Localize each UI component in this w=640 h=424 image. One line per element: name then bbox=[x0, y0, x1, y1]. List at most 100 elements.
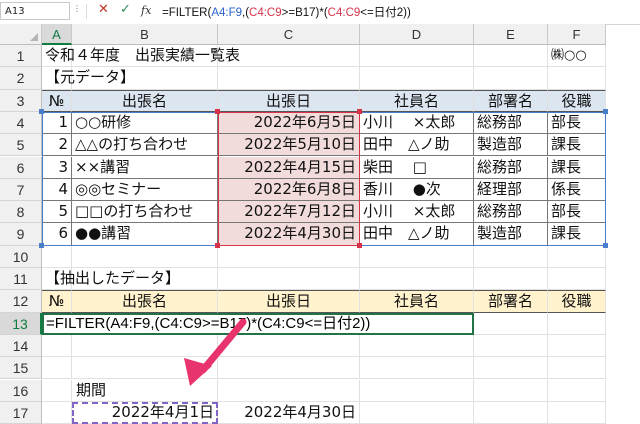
grid-cell[interactable] bbox=[218, 67, 360, 90]
column-header-e[interactable]: E bbox=[474, 24, 548, 45]
table-cell[interactable]: 香川 ●次 bbox=[360, 178, 474, 202]
grid-cell[interactable] bbox=[548, 334, 606, 358]
row-header-12[interactable]: 12 bbox=[0, 290, 42, 313]
row-header-1[interactable]: 1 bbox=[0, 45, 42, 68]
formula-edit-cell[interactable]: =FILTER(A4:F9,(C4:C9>=B17)*(C4:C9<=日付2)) bbox=[42, 312, 474, 335]
table-cell[interactable]: 課長 bbox=[548, 156, 606, 179]
grid-cell[interactable] bbox=[360, 401, 474, 424]
grid-cell[interactable] bbox=[548, 245, 606, 268]
table-header-2[interactable]: 出張日 bbox=[218, 89, 360, 112]
grid-cell[interactable] bbox=[474, 379, 548, 402]
row-header-11[interactable]: 11 bbox=[0, 268, 42, 291]
grid-cell[interactable] bbox=[474, 357, 548, 380]
grid-cell[interactable] bbox=[42, 401, 72, 424]
name-box[interactable]: A13 bbox=[0, 2, 70, 20]
table-cell[interactable]: 係長 bbox=[548, 178, 606, 202]
table-cell[interactable]: ◎◎セミナー bbox=[72, 178, 218, 202]
extract-header-1[interactable]: 出張名 bbox=[72, 290, 218, 313]
cancel-icon[interactable]: ✕ bbox=[98, 2, 109, 17]
grid-cell[interactable] bbox=[42, 334, 72, 358]
table-header-1[interactable]: 出張名 bbox=[72, 89, 218, 112]
table-cell[interactable]: 製造部 bbox=[474, 134, 548, 157]
table-cell[interactable]: 2022年4月15日 bbox=[218, 156, 360, 179]
column-header-c[interactable]: C bbox=[218, 24, 360, 45]
section-extract-label[interactable]: 【抽出したデータ】 bbox=[42, 268, 360, 291]
grid-cell[interactable] bbox=[218, 357, 360, 380]
enter-icon[interactable]: ✓ bbox=[120, 2, 131, 17]
range-handle[interactable] bbox=[39, 108, 44, 114]
date-to-cell[interactable]: 2022年4月30日 bbox=[218, 401, 360, 424]
table-cell[interactable]: 製造部 bbox=[474, 223, 548, 246]
grid-cell[interactable] bbox=[474, 334, 548, 358]
table-cell[interactable]: □□の打ち合わせ bbox=[72, 201, 218, 224]
grid-cell[interactable] bbox=[218, 245, 360, 268]
table-header-4[interactable]: 部署名 bbox=[474, 89, 548, 112]
company-label[interactable]: ㈱○○ bbox=[548, 45, 606, 68]
table-cell[interactable]: 4 bbox=[42, 178, 72, 202]
extract-header-2[interactable]: 出張日 bbox=[218, 290, 360, 313]
column-header-a[interactable]: A bbox=[42, 24, 72, 45]
sheet-title[interactable]: 令和４年度 出張実績一覧表 bbox=[42, 45, 474, 68]
grid-cell[interactable] bbox=[42, 357, 72, 380]
formula-input[interactable]: =FILTER(A4:F9,(C4:C9>=B17)*(C4:C9<=日付2)) bbox=[162, 4, 411, 20]
grid-cell[interactable] bbox=[72, 245, 218, 268]
grid-cell[interactable] bbox=[474, 401, 548, 424]
row-header-17[interactable]: 17 bbox=[0, 401, 42, 424]
table-cell[interactable]: 総務部 bbox=[474, 111, 548, 135]
grid-cell[interactable] bbox=[360, 268, 474, 291]
column-header-d[interactable]: D bbox=[360, 24, 474, 45]
table-cell[interactable]: 田中 △ノ助 bbox=[360, 134, 474, 157]
row-header-6[interactable]: 6 bbox=[0, 156, 42, 179]
grid-cell[interactable] bbox=[548, 401, 606, 424]
grid-cell[interactable] bbox=[548, 268, 606, 291]
row-header-10[interactable]: 10 bbox=[0, 245, 42, 268]
table-cell[interactable]: ●●講習 bbox=[72, 223, 218, 246]
grid-cell[interactable] bbox=[474, 245, 548, 268]
table-header-3[interactable]: 社員名 bbox=[360, 89, 474, 112]
row-header-7[interactable]: 7 bbox=[0, 178, 42, 202]
range-handle[interactable] bbox=[215, 108, 220, 114]
row-header-8[interactable]: 8 bbox=[0, 201, 42, 224]
table-cell[interactable]: △△の打ち合わせ bbox=[72, 134, 218, 157]
table-cell[interactable]: 5 bbox=[42, 201, 72, 224]
table-cell[interactable]: 総務部 bbox=[474, 156, 548, 179]
grid-cell[interactable] bbox=[548, 312, 606, 335]
row-header-15[interactable]: 15 bbox=[0, 357, 42, 380]
range-handle[interactable] bbox=[357, 242, 362, 248]
row-header-16[interactable]: 16 bbox=[0, 379, 42, 402]
grid-cell[interactable] bbox=[548, 67, 606, 90]
insert-function-icon[interactable]: fx bbox=[141, 4, 151, 17]
section-original-label[interactable]: 【元データ】 bbox=[42, 67, 218, 90]
range-handle[interactable] bbox=[603, 242, 608, 248]
name-box-dropdown-icon[interactable]: ⋮ bbox=[73, 4, 81, 13]
table-cell[interactable]: 1 bbox=[42, 111, 72, 135]
table-cell[interactable]: 総務部 bbox=[474, 201, 548, 224]
grid-cell[interactable] bbox=[474, 312, 548, 335]
range-handle[interactable] bbox=[215, 242, 220, 248]
grid-cell[interactable] bbox=[42, 379, 72, 402]
row-header-9[interactable]: 9 bbox=[0, 223, 42, 246]
table-cell[interactable]: 田中 △ノ助 bbox=[360, 223, 474, 246]
row-header-13[interactable]: 13 bbox=[0, 312, 42, 335]
table-cell[interactable]: 2022年6月8日 bbox=[218, 178, 360, 202]
table-cell[interactable]: 部長 bbox=[548, 111, 606, 135]
grid-cell[interactable] bbox=[218, 379, 360, 402]
table-cell[interactable]: 課長 bbox=[548, 134, 606, 157]
row-header-5[interactable]: 5 bbox=[0, 134, 42, 157]
table-cell[interactable]: 経理部 bbox=[474, 178, 548, 202]
row-header-3[interactable]: 3 bbox=[0, 89, 42, 112]
column-header-b[interactable]: B bbox=[72, 24, 218, 45]
table-cell[interactable]: 柴田 □ bbox=[360, 156, 474, 179]
table-cell[interactable]: 2022年7月12日 bbox=[218, 201, 360, 224]
range-handle[interactable] bbox=[357, 108, 362, 114]
range-handle[interactable] bbox=[603, 108, 608, 114]
grid-cell[interactable] bbox=[474, 268, 548, 291]
period-label[interactable]: 期間 bbox=[72, 379, 218, 402]
table-cell[interactable]: ○○研修 bbox=[72, 111, 218, 135]
grid-cell[interactable] bbox=[474, 45, 548, 68]
column-header-f[interactable]: F bbox=[548, 24, 606, 45]
table-cell[interactable]: 3 bbox=[42, 156, 72, 179]
table-cell[interactable]: 2022年6月5日 bbox=[218, 111, 360, 135]
grid-cell[interactable] bbox=[360, 357, 474, 380]
grid-cell[interactable] bbox=[360, 334, 474, 358]
